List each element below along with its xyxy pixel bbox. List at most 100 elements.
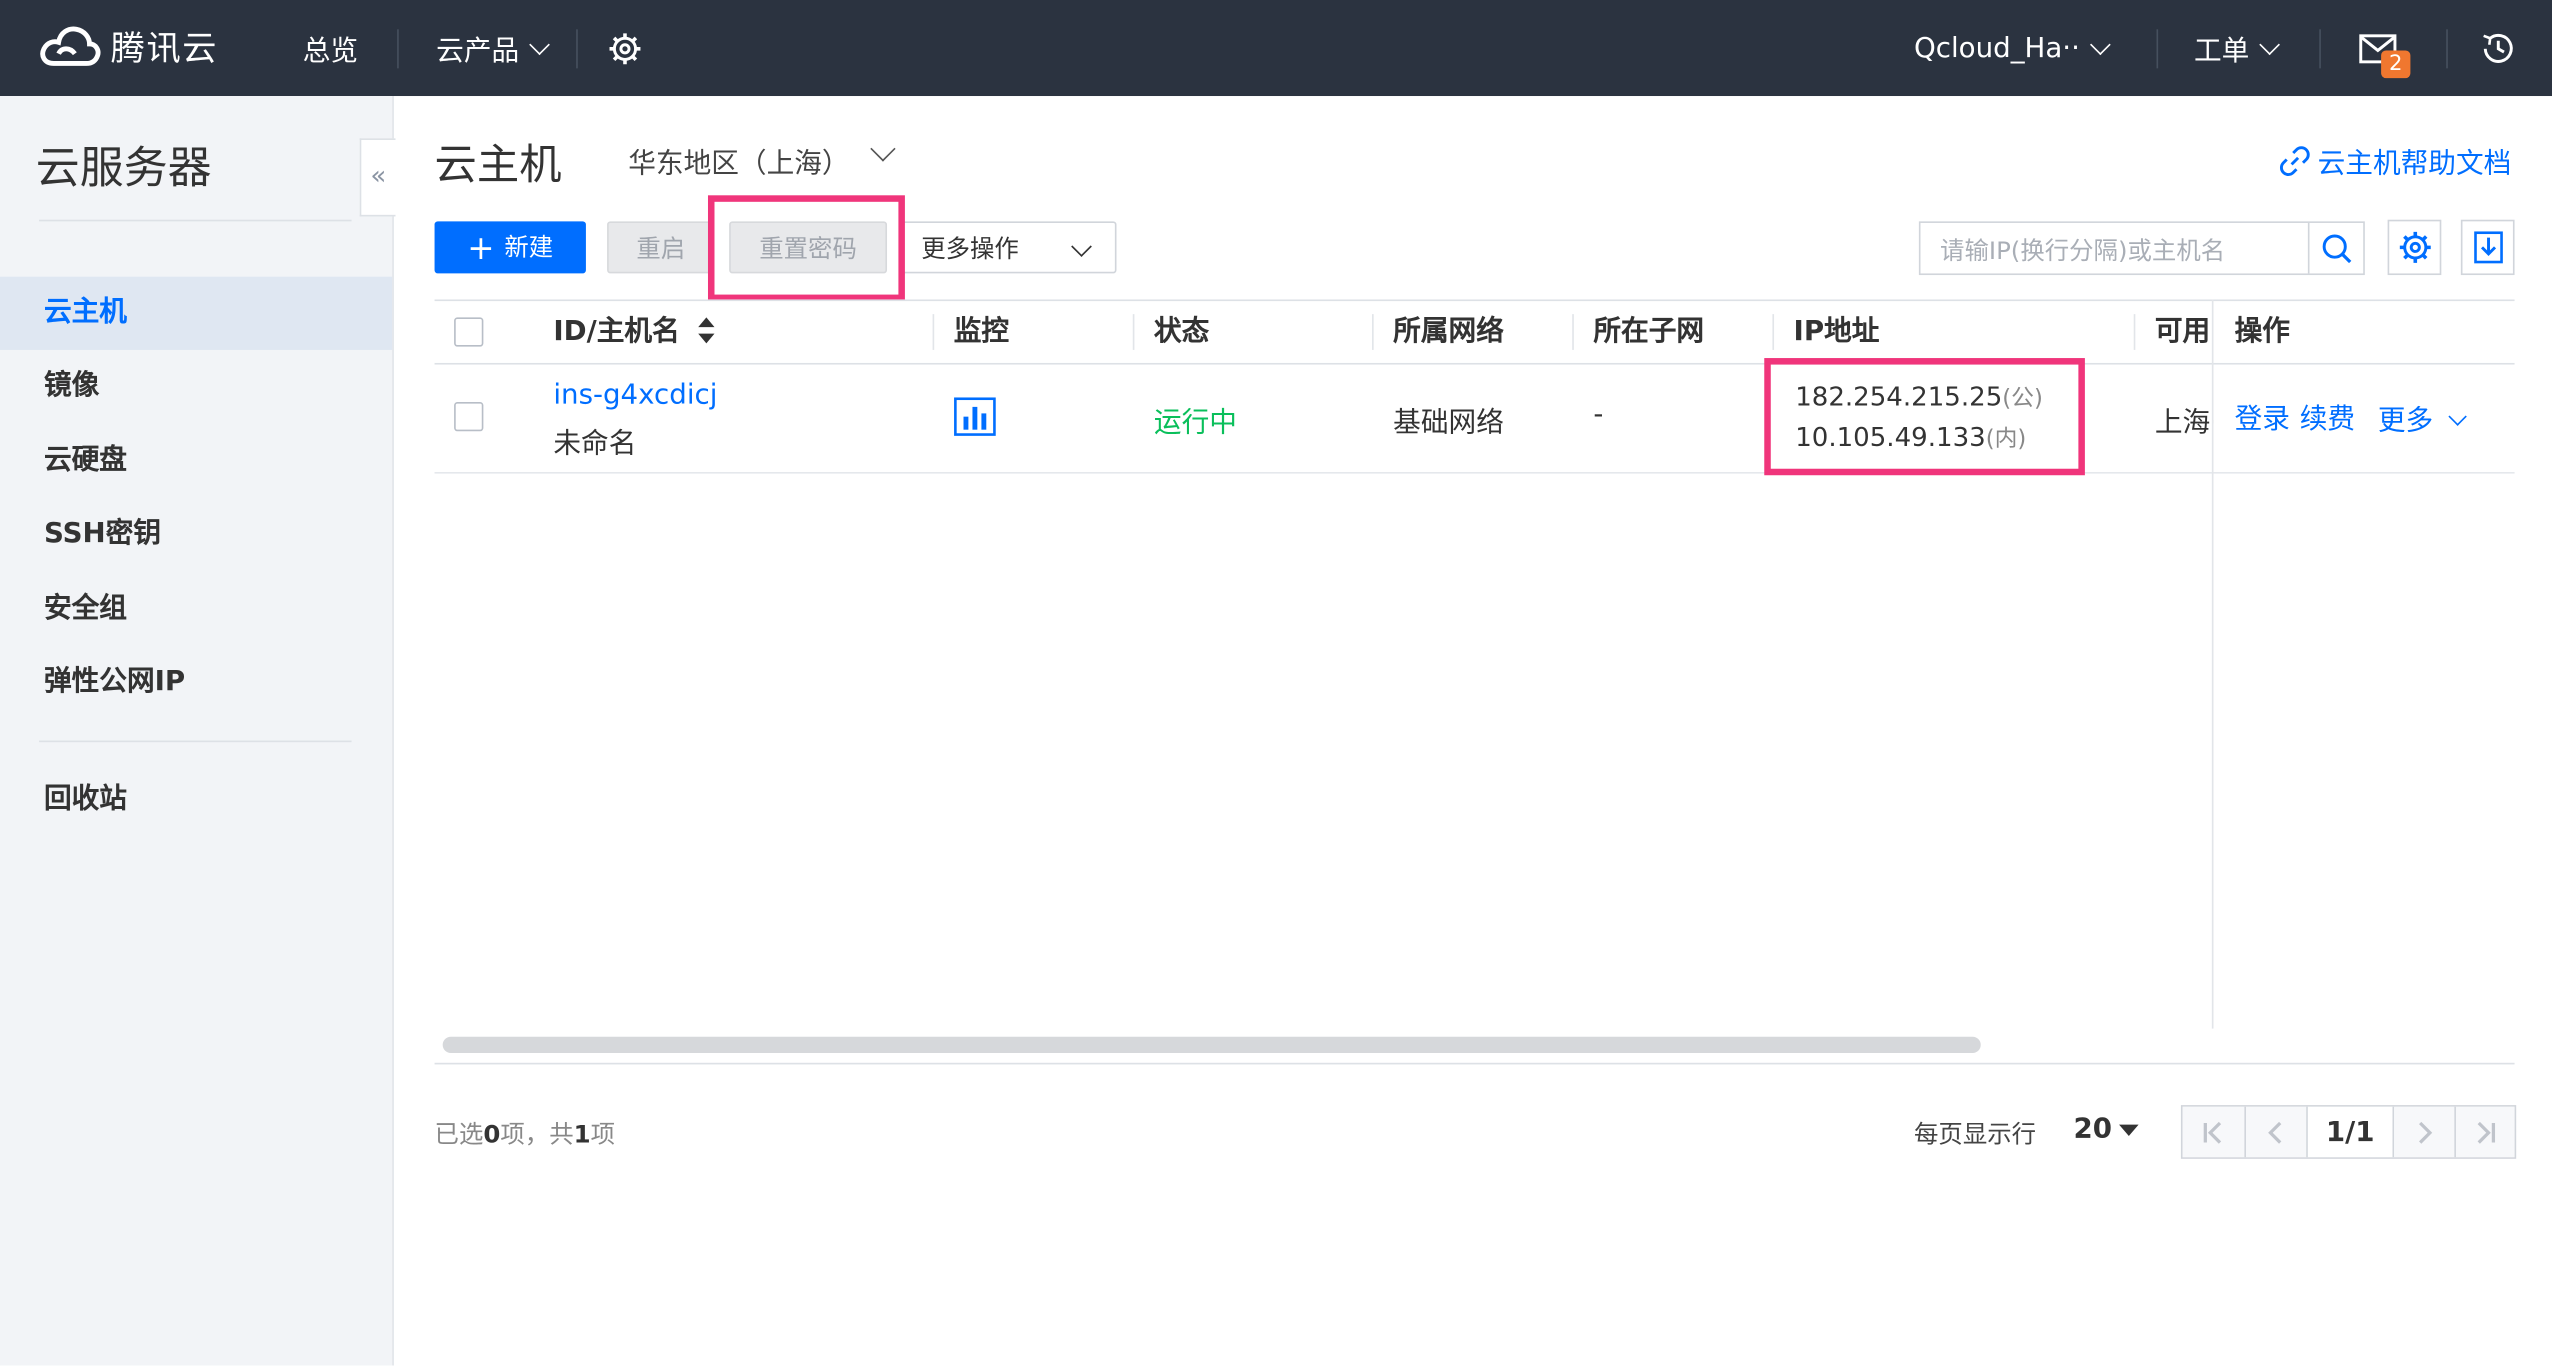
column-settings-button[interactable] — [2387, 219, 2442, 276]
region-selector[interactable]: 华东地区（上海） — [628, 140, 849, 181]
download-button[interactable] — [2460, 219, 2515, 276]
sidebar-item-ssh-keys[interactable]: SSH密钥 — [0, 498, 392, 571]
sidebar-item-images[interactable]: 镜像 — [0, 350, 392, 423]
zone-value: 上海· — [2154, 406, 2214, 440]
sidebar-divider — [39, 740, 352, 743]
login-link[interactable]: 登录 — [2235, 395, 2290, 437]
column-monitor: 监控 — [953, 315, 1010, 349]
help-doc-label: 云主机帮助文档 — [2317, 148, 2512, 181]
column-divider — [2133, 314, 2136, 350]
chevron-down-icon — [2259, 33, 2280, 55]
page-title: 云主机 — [434, 141, 562, 191]
column-divider — [1572, 314, 1574, 350]
column-divider — [1132, 314, 1135, 350]
tencent-cloud-logo[interactable]: 腾讯云 — [39, 23, 218, 72]
chevron-down-icon[interactable] — [870, 136, 896, 162]
table-bottom-divider — [434, 1062, 2515, 1065]
search-button[interactable] — [2307, 222, 2363, 274]
ticket-menu[interactable]: 工单 — [2194, 0, 2280, 96]
last-page-icon — [2477, 1121, 2496, 1143]
link-icon — [2280, 145, 2310, 176]
download-icon — [2473, 231, 2503, 264]
table-header: ID/主机名 监控 状态 所属网络 所在子网 IP地址 可用 操作 — [434, 299, 2515, 365]
plus-icon: + — [467, 227, 495, 267]
column-id[interactable]: ID/主机名 — [553, 301, 715, 363]
subnet-value: - — [1593, 398, 1604, 432]
next-page-button[interactable] — [2393, 1106, 2457, 1158]
row-checkbox[interactable] — [454, 402, 484, 432]
sort-icon[interactable] — [696, 316, 716, 345]
more-actions-dropdown[interactable]: 更多操作 — [901, 221, 1117, 274]
account-name: Qcloud_Ha·· — [1913, 31, 2080, 65]
network-type: 基础网络 — [1393, 406, 1504, 440]
more-ops-label: 更多 — [2377, 405, 2434, 438]
chevron-left-icon — [2268, 1121, 2283, 1143]
renew-link[interactable]: 续费 — [2300, 395, 2355, 437]
nav-overview-label: 总览 — [302, 35, 359, 69]
instance-id-link[interactable]: ins-g4xcdicj — [553, 379, 717, 412]
settings-button[interactable] — [607, 0, 643, 96]
instance-name: 未命名 — [553, 428, 637, 461]
column-divider — [1372, 314, 1374, 350]
history-button[interactable] — [2479, 0, 2518, 96]
total-count: 1 — [573, 1119, 591, 1150]
double-chevron-left-icon: « — [370, 159, 387, 191]
search-box — [1918, 221, 2365, 277]
sidebar-title: 云服务器 — [35, 143, 212, 194]
prev-page-button[interactable] — [2245, 1106, 2309, 1158]
chevron-down-icon — [529, 33, 550, 55]
first-page-button[interactable] — [2182, 1106, 2246, 1158]
bar-chart-icon — [954, 397, 996, 436]
new-instance-button[interactable]: + 新建 — [434, 221, 586, 274]
top-navbar: 腾讯云 总览 云产品 Qcloud_Ha·· 工单 2 — [0, 0, 2552, 97]
table-row: ins-g4xcdicj 未命名 运行中 基础网络 - 182.254.215.… — [434, 361, 2515, 474]
search-icon — [2321, 233, 2351, 263]
restart-button[interactable]: 重启 — [607, 221, 715, 274]
nav-divider — [2156, 29, 2159, 69]
search-input[interactable] — [1920, 222, 2334, 277]
mail-button[interactable] — [2358, 0, 2397, 96]
more-actions-label: 更多操作 — [921, 234, 1019, 264]
column-status: 状态 — [1153, 315, 1210, 349]
sidebar-item-disks[interactable]: 云硬盘 — [0, 425, 392, 498]
help-doc-link[interactable]: 云主机帮助文档 — [2279, 140, 2512, 181]
selected-count: 0 — [483, 1119, 501, 1150]
nav-overview[interactable]: 总览 — [303, 0, 358, 96]
sidebar-collapse-button[interactable]: « — [359, 138, 396, 217]
column-ops: 操作 — [2234, 315, 2290, 349]
highlight-ip-address — [1764, 358, 2085, 476]
mail-count-badge: 2 — [2381, 50, 2411, 79]
highlight-reset-password — [707, 195, 905, 302]
new-button-label: 新建 — [504, 232, 554, 263]
horizontal-scrollbar[interactable] — [442, 1036, 1981, 1054]
sidebar-item-instances[interactable]: 云主机 — [0, 276, 393, 350]
history-clock-icon — [2483, 33, 2513, 63]
monitor-button[interactable] — [954, 397, 996, 444]
gear-icon — [2399, 231, 2430, 263]
select-all-checkbox[interactable] — [454, 317, 484, 347]
fixed-column-divider — [2211, 299, 2214, 1029]
sidebar-divider — [39, 219, 352, 222]
column-zone: 可用 — [2154, 315, 2211, 349]
column-divider — [932, 314, 935, 350]
nav-products-label: 云产品 — [436, 35, 520, 69]
gear-icon — [609, 32, 641, 64]
chevron-down-icon — [2089, 33, 2111, 55]
nav-divider — [2319, 29, 2321, 69]
nav-products[interactable]: 云产品 — [436, 0, 550, 96]
sidebar-item-recycle-bin[interactable]: 回收站 — [0, 763, 392, 836]
selection-summary: 已选0项，共1项 — [435, 1116, 616, 1150]
last-page-button[interactable] — [2456, 1106, 2515, 1158]
sidebar-item-elastic-ip[interactable]: 弹性公网IP — [0, 646, 392, 719]
first-page-icon — [2203, 1121, 2221, 1143]
sidebar: 云服务器 云主机 镜像 云硬盘 SSH密钥 安全组 弹性公网IP 回收站 — [0, 96, 394, 1366]
nav-divider — [397, 29, 399, 69]
account-menu[interactable]: Qcloud_Ha·· — [1913, 0, 2111, 96]
sidebar-item-security-groups[interactable]: 安全组 — [0, 573, 392, 646]
nav-divider — [2446, 29, 2448, 69]
cloud-logo-icon — [40, 26, 101, 66]
more-ops-dropdown[interactable]: 更多 — [2377, 397, 2468, 438]
per-page-select[interactable]: 20 — [2073, 1113, 2112, 1146]
column-divider — [1772, 314, 1775, 350]
caret-down-icon[interactable] — [2119, 1124, 2139, 1137]
